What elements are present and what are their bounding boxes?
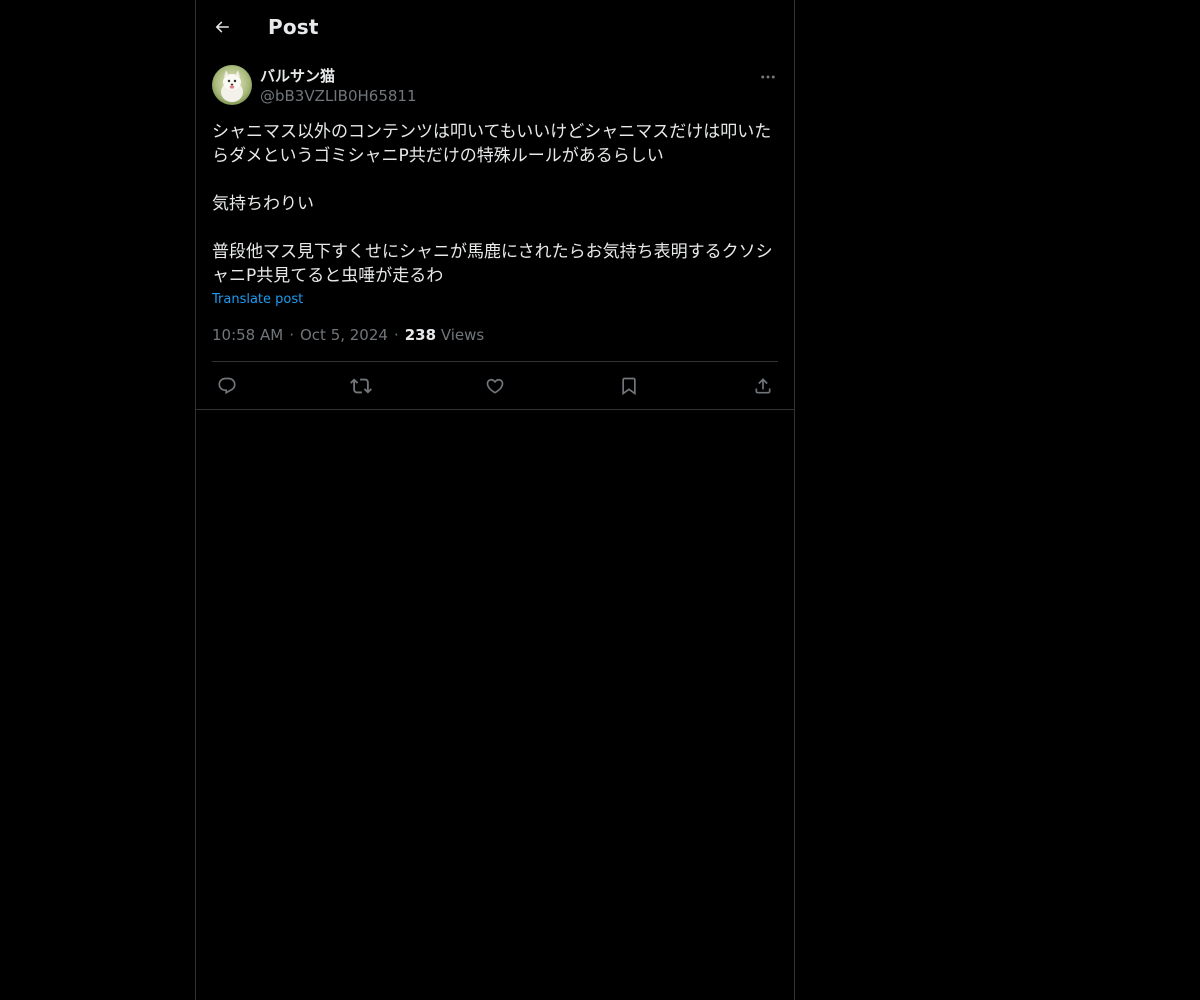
author-handle[interactable]: @bB3VZLIB0H65811: [260, 86, 417, 106]
like-icon: [485, 376, 505, 396]
back-button[interactable]: [212, 17, 232, 37]
page-header: Post: [196, 0, 794, 53]
share-icon: [753, 376, 773, 396]
meta-separator: ·: [289, 326, 294, 344]
page-title: Post: [268, 14, 319, 39]
reply-button[interactable]: [216, 375, 238, 397]
post-time[interactable]: 10:58 AM: [212, 326, 283, 344]
post-text: シャニマス以外のコンテンツは叩いてもいいけどシャニマスだけは叩いたらダメというゴ…: [212, 122, 773, 286]
more-options-button[interactable]: [758, 67, 778, 87]
post-date[interactable]: Oct 5, 2024: [300, 326, 388, 344]
main-column: Post バルサン猫 @bB3VZLIB0H65811 シャニマス以外のコンテン…: [195, 0, 795, 1000]
views-label: Views: [440, 326, 485, 344]
bookmark-button[interactable]: [618, 375, 640, 397]
post-meta: 10:58 AM · Oct 5, 2024 · 238 Views: [212, 325, 778, 362]
repost-button[interactable]: [350, 375, 372, 397]
meta-separator-2: ·: [393, 326, 399, 344]
author-display-name[interactable]: バルサン猫: [260, 66, 417, 86]
bookmark-icon: [619, 376, 639, 396]
arrow-left-icon: [213, 18, 231, 36]
post-actions: [212, 362, 778, 409]
reply-icon: [217, 376, 237, 396]
repost-icon: [350, 375, 372, 397]
author-row: バルサン猫 @bB3VZLIB0H65811: [212, 65, 778, 106]
views-count: 238: [404, 326, 437, 344]
more-icon: [759, 68, 777, 86]
share-button[interactable]: [752, 375, 774, 397]
translate-post-link[interactable]: Translate post: [212, 291, 303, 309]
avatar[interactable]: [212, 65, 252, 105]
author-meta: バルサン猫 @bB3VZLIB0H65811: [260, 65, 417, 106]
post-article: バルサン猫 @bB3VZLIB0H65811 シャニマス以外のコンテンツは叩いて…: [196, 53, 794, 410]
like-button[interactable]: [484, 375, 506, 397]
